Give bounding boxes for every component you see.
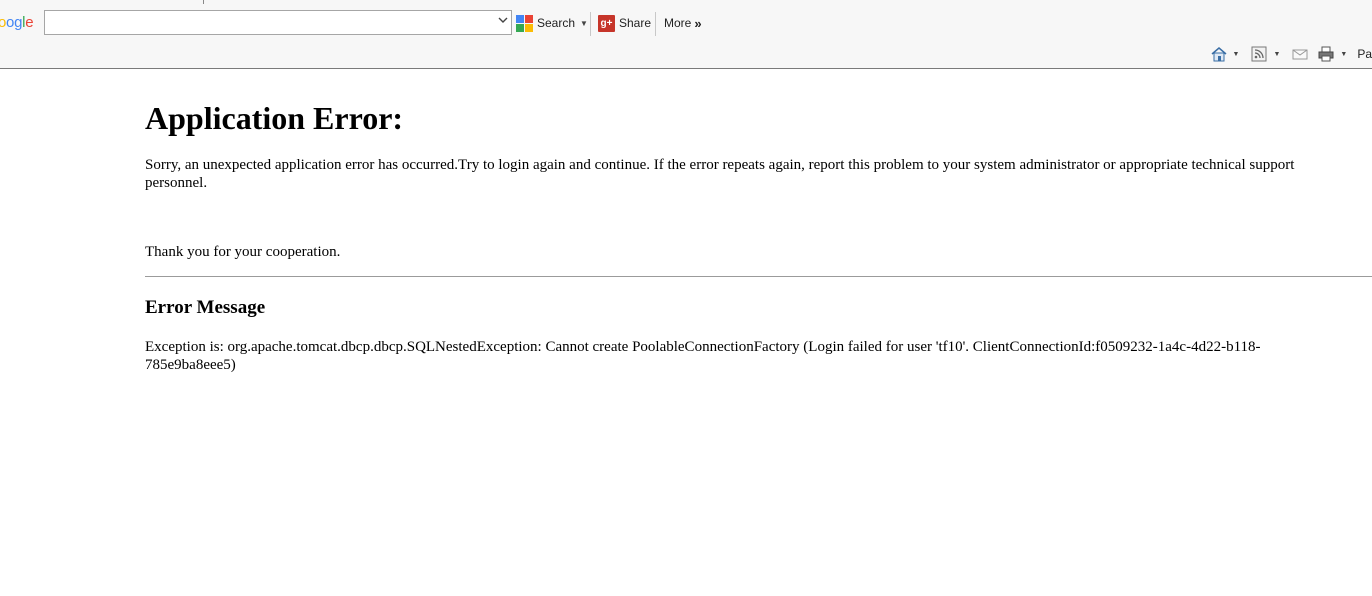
logo-letter-g: g — [14, 14, 23, 31]
horizontal-rule — [145, 276, 1372, 277]
feeds-dropdown-icon[interactable]: ▼ — [1273, 51, 1280, 58]
google-logo[interactable]: oogle — [0, 14, 34, 31]
toolbar-separator — [590, 12, 591, 36]
google-toolbar: oogle Search ▼ g+ Share More » ▼ — [0, 0, 1372, 69]
google-plus-icon: g+ — [598, 14, 615, 32]
chevron-down-icon[interactable] — [497, 15, 509, 29]
logo-letter-o2: o — [6, 14, 15, 31]
toolbar-separator — [655, 12, 656, 36]
menu-divider-stub — [203, 0, 204, 4]
google-search-icon — [516, 14, 533, 32]
home-dropdown-icon[interactable]: ▼ — [1233, 51, 1240, 58]
print-icon[interactable] — [1318, 46, 1334, 62]
home-icon[interactable] — [1211, 46, 1227, 62]
page-title: Application Error: — [145, 100, 404, 136]
caret-down-icon[interactable]: ▼ — [580, 19, 588, 28]
double-chevron-right-icon: » — [694, 15, 702, 31]
error-page-content: Application Error: Sorry, an unexpected … — [145, 69, 1372, 373]
thank-you-text: Thank you for your cooperation. — [145, 244, 341, 260]
toolbar-search-field[interactable] — [44, 10, 512, 35]
share-button[interactable]: g+ Share — [598, 11, 651, 35]
search-button-label: Search — [537, 16, 576, 30]
logo-letter-e: e — [25, 14, 34, 31]
more-button-label: More — [664, 16, 692, 30]
print-dropdown-icon[interactable]: ▼ — [1340, 51, 1347, 58]
ie-command-bar: ▼ ▼ ▼ Pa — [1207, 44, 1372, 64]
error-message-heading: Error Message — [145, 297, 266, 318]
search-button[interactable]: Search ▼ — [516, 11, 588, 35]
error-description: Sorry, an unexpected application error h… — [145, 157, 1295, 191]
exception-text: Exception is: org.apache.tomcat.dbcp.dbc… — [145, 339, 1261, 373]
more-button[interactable]: More » — [664, 11, 702, 35]
page-menu-button[interactable]: Pa — [1357, 47, 1372, 61]
toolbar-search-input[interactable] — [45, 11, 503, 34]
rss-feed-icon[interactable] — [1251, 46, 1267, 62]
share-button-label: Share — [619, 16, 652, 30]
read-mail-icon[interactable] — [1292, 46, 1308, 62]
